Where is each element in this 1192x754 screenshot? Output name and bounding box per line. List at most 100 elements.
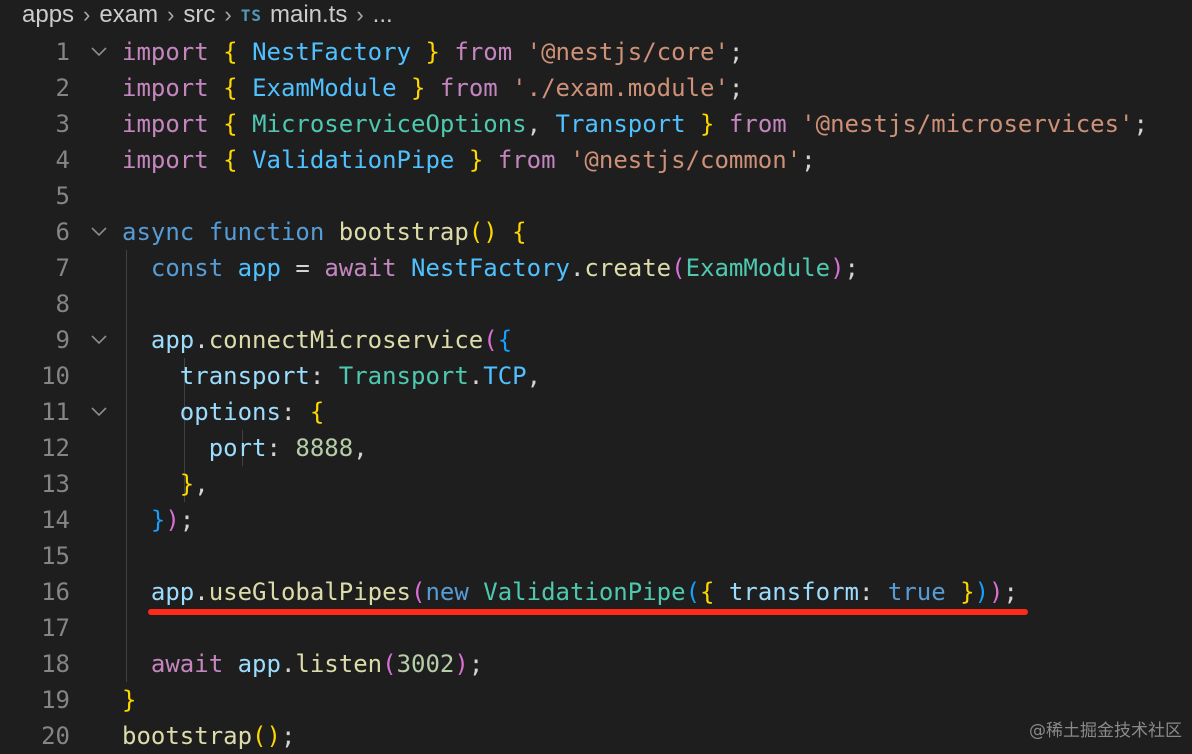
code-token: from	[454, 38, 513, 66]
indent-guide	[126, 466, 127, 502]
code-text: import { ValidationPipe } from '@nestjs/…	[122, 146, 816, 174]
code-editor[interactable]: 1 import { NestFactory } from '@nestjs/co…	[0, 34, 1192, 754]
code-line[interactable]: 16 app.useGlobalPipes(new ValidationPipe(…	[0, 574, 1192, 610]
code-token: './exam.module'	[512, 74, 729, 102]
chevron-right-icon: ›	[356, 2, 364, 27]
code-token: (	[411, 578, 426, 606]
code-token: ;	[728, 74, 744, 102]
code-line[interactable]: 20 bootstrap();	[0, 718, 1192, 754]
code-line[interactable]: 12 port: 8888,	[0, 430, 1192, 466]
code-token: )	[989, 578, 1004, 606]
line-number: 3	[55, 110, 70, 138]
code-line[interactable]: 9 app.connectMicroservice({	[0, 322, 1192, 358]
code-token: }	[960, 578, 975, 606]
code-token: (	[382, 650, 397, 678]
code-token: ;	[280, 722, 296, 750]
line-number: 19	[41, 686, 70, 714]
code-line[interactable]: 14});	[0, 502, 1192, 538]
code-token: bootstrap	[338, 218, 469, 246]
code-token: options	[179, 398, 281, 426]
fold-chevron-icon[interactable]	[88, 38, 110, 66]
line-number: 10	[41, 362, 70, 390]
fold-chevron-icon[interactable]	[88, 326, 110, 354]
code-token: {	[497, 326, 513, 354]
code-token: ;	[801, 146, 816, 174]
code-text: async function bootstrap() {	[122, 218, 527, 246]
indent-guide	[126, 358, 127, 394]
code-token: transport	[179, 362, 310, 390]
code-token: app	[237, 254, 281, 282]
breadcrumb-item-symbols[interactable]: ...	[373, 1, 393, 29]
code-line[interactable]: 17	[0, 610, 1192, 646]
code-token: {	[223, 146, 238, 174]
code-text: },	[180, 470, 209, 498]
code-line[interactable]: 6 async function bootstrap() {	[0, 214, 1192, 250]
line-number: 11	[41, 398, 70, 426]
line-number: 5	[55, 182, 70, 210]
code-line[interactable]: 5	[0, 178, 1192, 214]
code-token: NestFactory	[411, 254, 570, 282]
code-token: {	[223, 38, 238, 66]
code-line[interactable]: 19}	[0, 682, 1192, 718]
code-token: function	[208, 218, 325, 246]
code-token: ;	[468, 650, 484, 678]
breadcrumb-item-src[interactable]: src	[183, 1, 215, 29]
code-line[interactable]: 15	[0, 538, 1192, 574]
indent-guide	[126, 574, 127, 610]
code-text: app.connectMicroservice({	[151, 326, 512, 354]
code-token: (	[685, 578, 701, 606]
code-line[interactable]: 4 import { ValidationPipe } from '@nestjs…	[0, 142, 1192, 178]
code-token: ExamModule	[252, 74, 397, 102]
line-number: 15	[41, 542, 70, 570]
indent-guide	[126, 646, 127, 682]
line-number: 7	[55, 254, 70, 282]
code-token: transform	[728, 578, 859, 606]
code-line[interactable]: 3 import { MicroserviceOptions, Transport…	[0, 106, 1192, 142]
code-line[interactable]: 8	[0, 286, 1192, 322]
code-line[interactable]: 7 const app = await NestFactory.create(Ex…	[0, 250, 1192, 286]
code-line[interactable]: 13},	[0, 466, 1192, 502]
code-token: )	[974, 578, 990, 606]
code-token: import	[122, 110, 209, 138]
code-line[interactable]: 1 import { NestFactory } from '@nestjs/co…	[0, 34, 1192, 70]
code-line[interactable]: 10 transport: Transport.TCP,	[0, 358, 1192, 394]
indent-guide	[126, 250, 127, 286]
code-line[interactable]: 2 import { ExamModule } from './exam.modu…	[0, 70, 1192, 106]
code-token: {	[309, 398, 325, 426]
code-text: app.useGlobalPipes(new ValidationPipe({ …	[151, 578, 1018, 606]
line-number: 18	[41, 650, 70, 678]
code-token: from	[497, 146, 556, 174]
fold-chevron-icon[interactable]	[88, 218, 110, 246]
indent-guide	[126, 610, 127, 646]
code-token: .	[280, 650, 296, 678]
fold-chevron-icon[interactable]	[88, 398, 110, 426]
code-token: import	[122, 146, 209, 174]
code-line[interactable]: 18 await app.listen(3002);	[0, 646, 1192, 682]
code-token: )	[454, 650, 469, 678]
code-text: await app.listen(3002);	[151, 650, 483, 678]
code-token: '@nestjs/core'	[526, 38, 729, 66]
code-token: :	[858, 578, 888, 606]
breadcrumb-item-file[interactable]: main.ts	[270, 1, 347, 29]
code-token: ;	[1133, 110, 1148, 138]
code-token: }	[122, 686, 137, 714]
breadcrumb-item-exam[interactable]: exam	[99, 1, 158, 29]
code-token: .	[194, 578, 209, 606]
code-token: (	[483, 326, 498, 354]
code-line[interactable]: 11 options: {	[0, 394, 1192, 430]
breadcrumb-item-apps[interactable]: apps	[22, 1, 74, 29]
code-token: ,	[526, 110, 556, 138]
code-token: app	[150, 326, 195, 354]
code-token: app	[237, 650, 281, 678]
indent-guide	[126, 322, 127, 358]
